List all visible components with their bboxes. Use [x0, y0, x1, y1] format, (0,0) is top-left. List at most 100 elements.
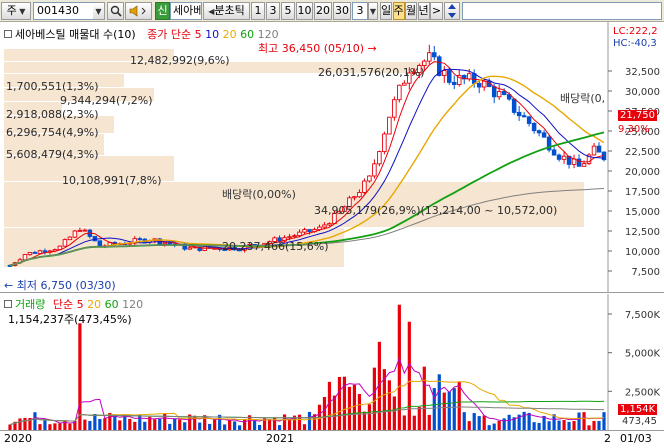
volume-legend-title: 거래량 [15, 298, 46, 311]
interval-input[interactable]: 3 [352, 2, 368, 20]
period-tab[interactable]: 일 [380, 2, 392, 20]
volume-profile-label: 5,608,479(4,3%) [6, 148, 99, 161]
candle-body [531, 123, 537, 132]
candle-body [357, 192, 362, 198]
period-tab[interactable]: 주 [392, 2, 405, 20]
volume-bar [327, 381, 332, 430]
candle-body [77, 229, 83, 232]
period-tab[interactable]: 년 [417, 2, 430, 20]
interval-option[interactable]: 1 [251, 2, 265, 20]
volume-bar [507, 414, 511, 430]
price-chart-pane: 32,50030,00027,50025,00022,50020,00017,5… [0, 22, 664, 293]
candle-body [367, 175, 372, 182]
candle-body [427, 52, 432, 62]
hc-value: HC:-40,3 [613, 38, 657, 49]
volume-legend: 거래량 단순 5 20 60 120 [4, 296, 143, 312]
interval-dropdown[interactable]: ▼ [368, 2, 378, 20]
volume-bar [412, 415, 416, 430]
low-annotation: ← 최저 6,750 (03/30) [4, 277, 116, 293]
blank-field[interactable] [462, 2, 662, 20]
ma5-label: 5 [194, 28, 202, 41]
current-volume-label: 1,154,237주(473,45%) [8, 311, 132, 327]
current-volume-pct: 473,45 [622, 416, 657, 427]
price-tick-label: 17,500 [625, 187, 660, 198]
volume-bar [577, 412, 581, 430]
volume-bar [367, 404, 371, 430]
volume-profile-label: 6,296,754(4,9%) [6, 126, 99, 139]
volume-bar [527, 412, 531, 430]
volume-bar [387, 380, 391, 430]
interval-option[interactable]: 20 [314, 2, 332, 20]
volume-profile-value: 1,700,551(1,3%) [6, 80, 99, 93]
time-date-label: 01/03 [620, 432, 652, 445]
volume-bar [357, 393, 362, 430]
candle-body [382, 133, 387, 153]
next-period-button[interactable]: > [430, 2, 443, 20]
candle-body [292, 235, 297, 238]
candle-body [452, 81, 457, 85]
credit-badge[interactable]: 신 [155, 2, 170, 20]
price-legend-title: 세아베스틸 매물대 수(10) [15, 28, 136, 41]
volume-chart-pane: 7,500K 5,000K 2,500K 거래량 단순 5 20 60 120 1,… [0, 294, 664, 430]
low-label: 최저 6,750 (03/30) [16, 279, 116, 292]
candle-body [67, 236, 73, 241]
tick-period-button[interactable]: ◀분초틱 [203, 2, 250, 20]
dividend-annotation: 배당락(0,00%) [222, 186, 296, 202]
dividend-label: 배당락(0,00%) [222, 188, 296, 201]
volume-bar [477, 416, 481, 430]
volume-bar [307, 411, 312, 430]
volume-bar [203, 415, 207, 430]
interval-option[interactable]: 3 [266, 2, 280, 20]
candle-body [596, 145, 602, 153]
volume-bar [282, 414, 287, 430]
volume-bar [567, 421, 571, 430]
price-legend: 세아베스틸 매물대 수(10) 종가 단순 5 10 20 60 120 [4, 26, 279, 42]
volume-bar [138, 414, 142, 430]
volume-bar [113, 416, 117, 430]
candle-body [471, 73, 477, 84]
volume-bar [562, 419, 566, 430]
interval-option[interactable]: 30 [333, 2, 351, 20]
volume-bar [597, 420, 601, 430]
sound-button[interactable] [125, 2, 152, 20]
candle-body [581, 163, 587, 167]
search-button[interactable] [107, 2, 124, 20]
candle-body [521, 115, 527, 118]
hc-label: HC:-40,3 [613, 38, 657, 49]
period-tab-label: 주 [393, 4, 404, 17]
volume-bar [33, 412, 37, 430]
candle-body [591, 145, 597, 156]
scroll-updown-button[interactable] [444, 2, 460, 20]
candle-body [526, 116, 532, 124]
volume-profile-label: 1,700,551(1,3%) [6, 80, 99, 93]
candle-body [22, 254, 28, 261]
volume-bar [158, 418, 162, 430]
volume-profile-value: 10,108,991(7,8%) [62, 174, 162, 187]
candle-body [466, 73, 472, 80]
candle-body [392, 99, 397, 118]
volume-bar [427, 414, 431, 430]
interval-option[interactable]: 5 [281, 2, 295, 20]
volume-bar [118, 420, 122, 430]
volume-bar [462, 412, 466, 430]
price-tick-label: 30,000 [625, 87, 660, 98]
time-date-value: 01/03 [620, 432, 652, 445]
candle-body [536, 130, 542, 134]
volume-bar [557, 420, 561, 430]
market-type-select[interactable]: 주 ▼ [1, 2, 31, 20]
candle-body [72, 230, 78, 238]
price-chart[interactable]: 32,50030,00027,50025,00022,50020,00017,5… [0, 22, 664, 293]
period-tab[interactable]: 월 [405, 2, 417, 20]
volume-bar [337, 376, 342, 430]
stock-code-dropdown[interactable]: ▼ [93, 2, 105, 20]
volume-bar [243, 419, 247, 430]
volume-bar [452, 388, 456, 430]
interval-option[interactable]: 10 [296, 2, 313, 20]
interval-option-label: 30 [335, 4, 349, 17]
volume-bar [322, 396, 327, 430]
price-tick-label: 22,500 [625, 147, 660, 158]
candle-body [476, 83, 482, 88]
volume-bar [103, 418, 107, 430]
volume-bar [397, 304, 401, 430]
volume-bar [417, 407, 421, 430]
